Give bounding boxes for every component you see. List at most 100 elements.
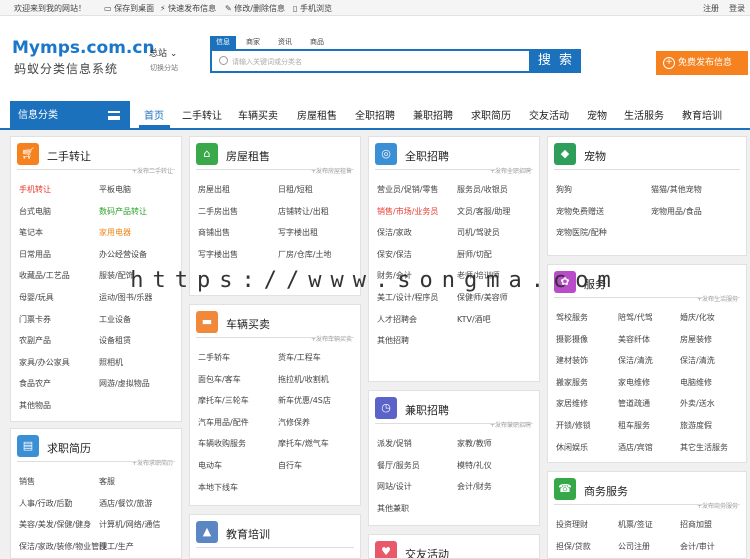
category-link[interactable]: 机票/签证 — [618, 519, 653, 530]
category-link[interactable]: 餐厅/服务员 — [377, 460, 420, 471]
save-desktop-link[interactable]: ▭ 保存到桌面 — [104, 3, 154, 14]
category-link[interactable]: 招商加盟 — [680, 519, 712, 530]
category-link[interactable]: 照相机 — [99, 357, 123, 368]
category-link[interactable]: 开锁/修锁 — [556, 420, 591, 431]
category-link[interactable]: 管道疏通 — [618, 398, 650, 409]
category-link[interactable]: 车辆收购服务 — [198, 438, 246, 449]
nav-quanzhi[interactable]: 全职招聘 — [355, 107, 395, 122]
category-link[interactable]: 宠物免费赠送 — [556, 206, 604, 217]
category-link[interactable]: 酒店/餐饮/旅游 — [99, 498, 152, 509]
category-link[interactable]: 电动车 — [198, 460, 222, 471]
category-link[interactable]: 自行车 — [278, 460, 302, 471]
category-link[interactable]: 写字楼出售 — [198, 249, 238, 260]
category-link[interactable]: 日常用品 — [19, 249, 51, 260]
category-link[interactable]: 派发/促销 — [377, 438, 412, 449]
card-title[interactable]: 全职招聘 — [405, 148, 449, 164]
card-publish-link[interactable]: +发布二手转让 — [132, 166, 173, 175]
category-link[interactable]: 会计/审计 — [680, 541, 715, 552]
card-title[interactable]: 求职简历 — [47, 440, 91, 456]
card-publish-link[interactable]: +发布商务服务 — [697, 501, 738, 510]
nav-ershou[interactable]: 二手转让 — [182, 107, 222, 122]
category-link[interactable]: 数码产品转让 — [99, 206, 147, 217]
search-tab-goods[interactable]: 商品 — [304, 36, 330, 49]
category-link[interactable]: 保健师/美容师 — [457, 292, 508, 303]
category-link[interactable]: 营业员/促销/零售 — [377, 184, 438, 195]
category-link[interactable]: 台式电脑 — [19, 206, 51, 217]
nav-cheliang[interactable]: 车辆买卖 — [238, 107, 278, 122]
category-link[interactable]: 房屋出租 — [198, 184, 230, 195]
category-link[interactable]: 保洁/清洗 — [680, 355, 715, 366]
publish-button[interactable]: + 免费发布信息 — [656, 51, 748, 75]
category-link[interactable]: 电脑维修 — [680, 377, 712, 388]
category-link[interactable]: 技工/生产 — [99, 541, 134, 552]
card-title[interactable]: 房屋租售 — [226, 148, 270, 164]
category-link[interactable]: 宠物用品/食品 — [651, 206, 702, 217]
nav-chongwu[interactable]: 宠物 — [587, 107, 607, 122]
nav-jiaoyou[interactable]: 交友活动 — [529, 107, 569, 122]
category-link[interactable]: 平板电脑 — [99, 184, 131, 195]
category-link[interactable]: 陪驾/代驾 — [618, 312, 653, 323]
category-link[interactable]: 本地下线车 — [198, 482, 238, 493]
category-link[interactable]: 财务/会计 — [377, 270, 412, 281]
nav-jianzhi[interactable]: 兼职招聘 — [413, 107, 453, 122]
category-link[interactable]: 会计/财务 — [457, 481, 492, 492]
card-title[interactable]: 二手转让 — [47, 148, 91, 164]
card-title[interactable]: 教育培训 — [226, 526, 270, 542]
category-link[interactable]: 酒店/宾馆 — [618, 442, 653, 453]
category-link[interactable]: 办公经营设备 — [99, 249, 147, 260]
category-link[interactable]: 销售 — [19, 476, 35, 487]
category-link[interactable]: 写字楼出租 — [278, 227, 318, 238]
edit-delete-link[interactable]: ✎ 修改/删除信息 — [225, 3, 285, 14]
category-link[interactable]: 货车/工程车 — [278, 352, 321, 363]
category-link[interactable]: 担保/贷款 — [556, 541, 591, 552]
category-link[interactable]: 其他物品 — [19, 400, 51, 411]
category-link[interactable]: 家居维修 — [556, 398, 588, 409]
category-link[interactable]: 汽修保养 — [278, 417, 310, 428]
category-link[interactable]: 模特/礼仪 — [457, 460, 492, 471]
category-link[interactable]: 汽车用品/配件 — [198, 417, 249, 428]
card-title[interactable]: 商务服务 — [584, 483, 628, 499]
category-link[interactable]: 旅游度假 — [680, 420, 712, 431]
category-link[interactable]: 销售/市场/业务员 — [377, 206, 438, 217]
category-link[interactable]: 保安/保洁 — [377, 249, 412, 260]
category-link[interactable]: 面包车/客车 — [198, 374, 241, 385]
category-link[interactable]: 人才招聘会 — [377, 314, 417, 325]
category-link[interactable]: 收藏品/工艺品 — [19, 270, 70, 281]
nav-qiuzhi[interactable]: 求职简历 — [471, 107, 511, 122]
category-link[interactable]: 美容/美发/保健/健身 — [19, 519, 91, 530]
card-title[interactable]: 服务 — [584, 276, 606, 292]
category-link[interactable]: 司机/驾驶员 — [457, 227, 500, 238]
card-publish-link[interactable]: +发布生活服务 — [697, 294, 738, 303]
category-link[interactable]: 厨师/切配 — [457, 249, 492, 260]
category-link[interactable]: 保洁/家政/装修/物业管理 — [19, 541, 107, 552]
login-link[interactable]: 登录 — [729, 3, 745, 14]
card-title[interactable]: 车辆买卖 — [226, 316, 270, 332]
category-link[interactable]: 客服 — [99, 476, 115, 487]
search-tab-shop[interactable]: 商家 — [240, 36, 266, 49]
category-link[interactable]: 拖拉机/收割机 — [278, 374, 329, 385]
category-link[interactable]: 其他兼职 — [377, 503, 409, 514]
site-logo[interactable]: Mymps.com.cn — [12, 38, 155, 58]
category-link[interactable]: 人事/行政/后勤 — [19, 498, 72, 509]
category-link[interactable]: 租车服务 — [618, 420, 650, 431]
category-link[interactable]: 二手轿车 — [198, 352, 230, 363]
category-link[interactable]: 工业设备 — [99, 314, 131, 325]
category-link[interactable]: 店铺转让/出租 — [278, 206, 329, 217]
city-switch-link[interactable]: 切换分站 — [150, 63, 178, 73]
category-menu-button[interactable]: 信息分类 — [10, 101, 130, 130]
category-link[interactable]: 建材装饰 — [556, 355, 588, 366]
category-link[interactable]: 食品农产 — [19, 378, 51, 389]
category-link[interactable]: 农副产品 — [19, 335, 51, 346]
category-link[interactable]: 房屋装修 — [680, 334, 712, 345]
category-link[interactable]: 服装/配饰 — [99, 270, 134, 281]
category-link[interactable]: 文员/客服/助理 — [457, 206, 510, 217]
category-link[interactable]: 婚庆/化妆 — [680, 312, 715, 323]
category-link[interactable]: 设备租赁 — [99, 335, 131, 346]
category-link[interactable]: 外卖/送水 — [680, 398, 715, 409]
search-tab-info[interactable]: 信息 — [210, 36, 236, 49]
card-publish-link[interactable]: +发布兼职招聘 — [490, 420, 531, 429]
category-link[interactable]: 商铺出售 — [198, 227, 230, 238]
category-link[interactable]: 投资理财 — [556, 519, 588, 530]
category-link[interactable]: 新车优惠/4S店 — [278, 395, 331, 406]
category-link[interactable]: 公司注册 — [618, 541, 650, 552]
